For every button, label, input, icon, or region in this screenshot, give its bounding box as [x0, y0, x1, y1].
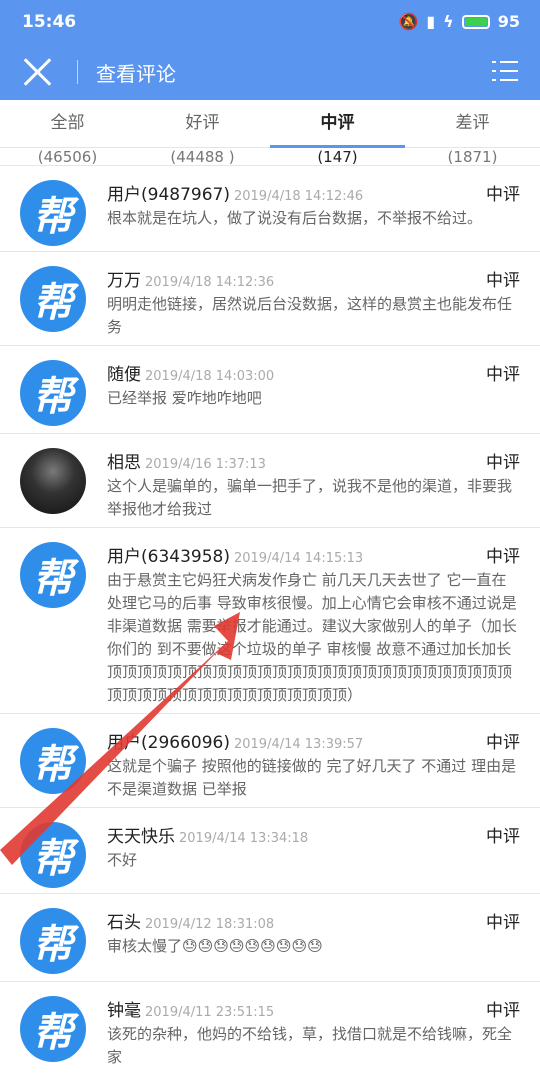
comment-date: 2019/4/14 13:39:57 — [233, 737, 364, 752]
mute-bell-icon: 🔕 — [398, 12, 419, 31]
page-title: 查看评论 — [96, 62, 176, 86]
avatar: 帮 — [20, 360, 86, 426]
comment-user: 用户(9487967) — [107, 185, 230, 205]
avatar: 帮 — [20, 728, 86, 794]
comment-item: 帮 随便 2019/4/18 14:03:00 中评 已经举报 爱咋地咋地吧 — [0, 346, 540, 434]
rating-counts: (46506) (44488 ) (147) (1871) — [0, 148, 540, 166]
comment-rating: 中评 — [486, 453, 520, 473]
signal-icon: ▮ — [426, 12, 436, 31]
comment-item: 相思 2019/4/16 1:37:13 中评 这个人是骗单的，骗单一把手了，说我不… — [0, 434, 540, 528]
avatar: 帮 — [20, 822, 86, 888]
status-icons: 🔕 ▮ ϟ 95 — [398, 12, 520, 31]
comment-date: 2019/4/11 23:51:15 — [145, 1005, 275, 1020]
comment-text: 不好 — [107, 851, 138, 869]
count-all: (46506) — [37, 148, 98, 166]
comment-item: 帮 石头 2019/4/12 18:31:08 中评 审核太慢了😓😓😓😓😓😓😓😓😓 — [0, 894, 540, 982]
comment-date: 2019/4/16 1:37:13 — [145, 457, 266, 472]
app-bar: 查看评论 — [0, 46, 540, 100]
avatar — [20, 448, 86, 514]
comment-text: 这就是个骗子 按照他的链接做的 完了好几天了 不通过 理由是不是渠道数据 已举报 — [107, 757, 517, 798]
comment-date: 2019/4/14 14:15:13 — [233, 551, 364, 566]
comment-user: 石头 — [107, 913, 141, 933]
comment-rating: 中评 — [486, 1001, 520, 1021]
comment-item: 帮 用户(2966096) 2019/4/14 13:39:57 中评 这就是个骗子… — [0, 714, 540, 808]
comment-text: 由于悬赏主它妈狂犬病发作身亡 前几天几天去世了 它一直在处理它马的后事 导致审核… — [107, 571, 517, 704]
avatar: 帮 — [20, 266, 86, 332]
list-menu-icon[interactable] — [492, 60, 518, 82]
tab-neutral[interactable]: 中评 — [270, 100, 405, 148]
tab-positive[interactable]: 好评 — [135, 100, 270, 147]
comment-item: 帮 用户(9487967) 2019/4/18 14:12:46 中评 根本就是在坑… — [0, 166, 540, 252]
comment-date: 2019/4/18 14:03:00 — [145, 369, 275, 384]
comment-rating: 中评 — [486, 913, 520, 933]
comment-rating: 中评 — [486, 271, 520, 291]
comment-date: 2019/4/14 13:34:18 — [179, 831, 309, 846]
status-time: 15:46 — [22, 12, 77, 32]
avatar: 帮 — [20, 180, 86, 246]
avatar: 帮 — [20, 542, 86, 608]
comment-rating: 中评 — [486, 365, 520, 385]
comment-date: 2019/4/12 18:31:08 — [145, 917, 275, 932]
comment-user: 钟毫 — [107, 1001, 141, 1021]
comment-user: 万万 — [107, 271, 141, 291]
comment-item: 帮 万万 2019/4/18 14:12:36 中评 明明走他链接，居然说后台没数据… — [0, 252, 540, 346]
comment-item: 帮 用户(6343958) 2019/4/14 14:15:13 中评 由于悬赏主它… — [0, 528, 540, 714]
comment-text: 该死的杂种，他妈的不给钱，草，找借口就是不给钱嘛，死全家 — [107, 1025, 513, 1066]
avatar: 帮 — [20, 996, 86, 1062]
comment-text: 已经举报 爱咋地咋地吧 — [107, 389, 262, 407]
comment-item: 帮 天天快乐 2019/4/14 13:34:18 中评 不好 — [0, 808, 540, 894]
battery-icon — [461, 14, 490, 29]
comment-rating: 中评 — [486, 827, 520, 847]
comment-user: 用户(2966096) — [107, 733, 230, 753]
comment-date: 2019/4/18 14:12:36 — [145, 275, 275, 290]
comment-text: 根本就是在坑人，做了说没有后台数据，不举报不给过。 — [107, 209, 483, 227]
comment-rating: 中评 — [486, 733, 520, 753]
count-negative: (1871) — [447, 148, 498, 166]
comment-item: 帮 钟毫 2019/4/11 23:51:15 中评 该死的杂种，他妈的不给钱，草，… — [0, 982, 540, 1078]
count-neutral: (147) — [317, 148, 358, 166]
comment-rating: 中评 — [486, 185, 520, 205]
comment-user: 用户(6343958) — [107, 547, 230, 567]
comment-user: 天天快乐 — [107, 827, 175, 847]
avatar: 帮 — [20, 908, 86, 974]
comment-user: 随便 — [107, 365, 141, 385]
status-bar: 15:46 🔕 ▮ ϟ 95 — [0, 0, 540, 46]
comment-rating: 中评 — [486, 547, 520, 567]
comment-user: 相思 — [107, 453, 141, 473]
comment-text: 审核太慢了😓😓😓😓😓😓😓😓😓 — [107, 937, 323, 955]
comment-date: 2019/4/18 14:12:46 — [233, 189, 364, 204]
appbar-divider — [77, 60, 78, 84]
comment-text: 这个人是骗单的，骗单一把手了，说我不是他的渠道，非要我举报他才给我过 — [107, 477, 513, 518]
close-icon[interactable] — [22, 56, 54, 88]
rating-tabs: 全部 好评 中评 差评 — [0, 100, 540, 148]
count-positive: (44488 ) — [170, 148, 235, 166]
charging-icon: ϟ — [443, 12, 454, 31]
comment-list: 帮 用户(9487967) 2019/4/18 14:12:46 中评 根本就是在坑… — [0, 166, 540, 1078]
comment-text: 明明走他链接，居然说后台没数据，这样的悬赏主也能发布任务 — [107, 295, 513, 336]
battery-level: 95 — [497, 12, 520, 31]
tab-negative[interactable]: 差评 — [405, 100, 540, 147]
tab-all[interactable]: 全部 — [0, 100, 135, 147]
